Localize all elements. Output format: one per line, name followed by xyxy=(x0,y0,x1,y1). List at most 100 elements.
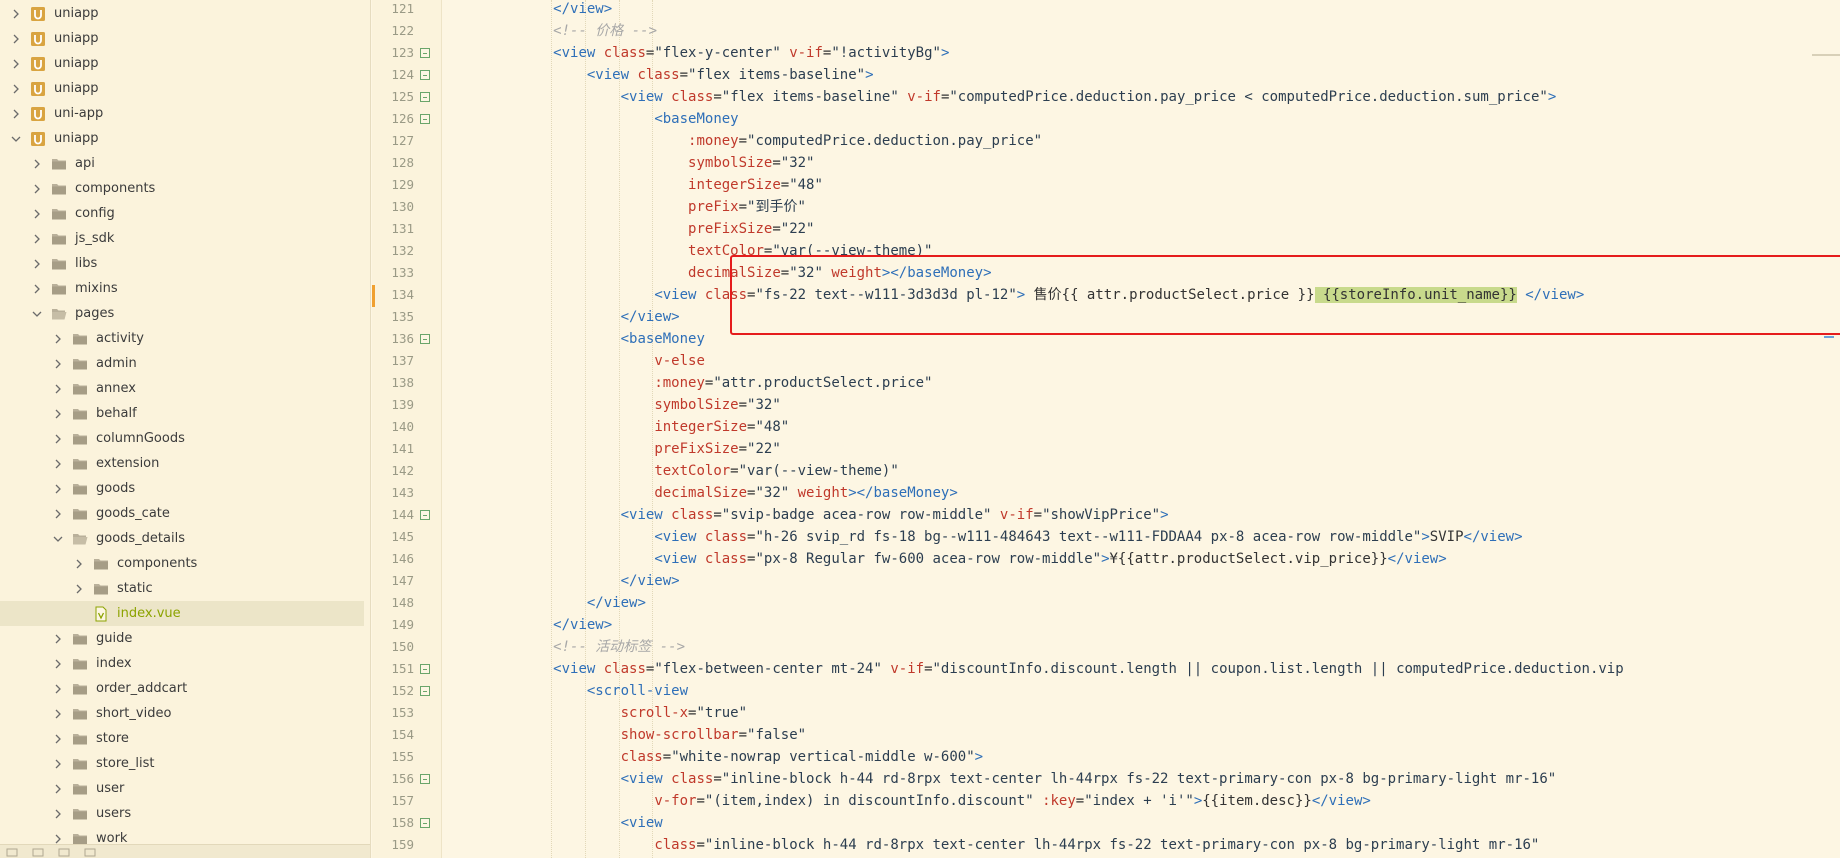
code-line[interactable]: 126 <baseMoney xyxy=(372,108,1840,130)
code-line[interactable]: 137 v-else xyxy=(372,350,1840,372)
code-line[interactable]: 154 show-scrollbar="false" xyxy=(372,724,1840,746)
tree-item-user[interactable]: user xyxy=(0,776,364,801)
chevron-right-icon[interactable] xyxy=(10,83,22,95)
code-line[interactable]: 124 <view class="flex items-baseline"> xyxy=(372,64,1840,86)
code-line[interactable]: 136 <baseMoney xyxy=(372,328,1840,350)
chevron-right-icon[interactable] xyxy=(31,233,43,245)
chevron-down-icon[interactable] xyxy=(31,308,43,320)
chevron-right-icon[interactable] xyxy=(73,558,85,570)
code-line[interactable]: 141 preFixSize="22" xyxy=(372,438,1840,460)
code-line[interactable]: 150 <!-- 活动标签 --> xyxy=(372,636,1840,658)
chevron-right-icon[interactable] xyxy=(52,408,64,420)
tree-item-goods-cate[interactable]: goods_cate xyxy=(0,501,364,526)
chevron-right-icon[interactable] xyxy=(52,433,64,445)
tree-item-uniapp[interactable]: uniapp xyxy=(0,26,364,51)
code-line[interactable]: 144 <view class="svip-badge acea-row row-… xyxy=(372,504,1840,526)
fold-toggle-icon[interactable] xyxy=(420,664,430,674)
code-line[interactable]: 128 symbolSize="32" xyxy=(372,152,1840,174)
fold-toggle-icon[interactable] xyxy=(420,774,430,784)
tree-item-components[interactable]: components xyxy=(0,176,364,201)
chevron-right-icon[interactable] xyxy=(10,108,22,120)
tree-item-columngoods[interactable]: columnGoods xyxy=(0,426,364,451)
tree-item-store[interactable]: store xyxy=(0,726,364,751)
code-line[interactable]: 138:money="attr.productSelect.price" xyxy=(372,372,1840,394)
chevron-right-icon[interactable] xyxy=(52,683,64,695)
tree-item-goods-details[interactable]: goods_details xyxy=(0,526,364,551)
code-line[interactable]: 127:money="computedPrice.deduction.pay_p… xyxy=(372,130,1840,152)
chevron-right-icon[interactable] xyxy=(31,208,43,220)
tree-item-uniapp[interactable]: uniapp xyxy=(0,51,364,76)
tree-item-extension[interactable]: extension xyxy=(0,451,364,476)
chevron-down-icon[interactable] xyxy=(10,133,22,145)
chevron-right-icon[interactable] xyxy=(52,383,64,395)
code-line[interactable]: 153 scroll-x="true" xyxy=(372,702,1840,724)
code-line[interactable]: 147 </view> xyxy=(372,570,1840,592)
code-line[interactable]: 145 <view class="h-26 svip_rd fs-18 bg--w… xyxy=(372,526,1840,548)
code-line[interactable]: 149 </view> xyxy=(372,614,1840,636)
chevron-right-icon[interactable] xyxy=(52,733,64,745)
code-line[interactable]: 122 <!-- 价格 --> xyxy=(372,20,1840,42)
code-line[interactable]: 130 preFix="到手价" xyxy=(372,196,1840,218)
code-line[interactable]: 123 <view class="flex-y-center" v-if="!ac… xyxy=(372,42,1840,64)
chevron-right-icon[interactable] xyxy=(52,458,64,470)
chevron-right-icon[interactable] xyxy=(31,258,43,270)
fold-toggle-icon[interactable] xyxy=(420,334,430,344)
tree-item-uniapp[interactable]: uniapp xyxy=(0,76,364,101)
code-line[interactable]: 146 <view class="px-8 Regular fw-600 acea… xyxy=(372,548,1840,570)
code-line[interactable]: 142 textColor="var(--view-theme)" xyxy=(372,460,1840,482)
fold-toggle-icon[interactable] xyxy=(420,510,430,520)
tree-item-store-list[interactable]: store_list xyxy=(0,751,364,776)
chevron-right-icon[interactable] xyxy=(52,633,64,645)
fold-toggle-icon[interactable] xyxy=(420,92,430,102)
chevron-right-icon[interactable] xyxy=(31,283,43,295)
collapse-icon[interactable] xyxy=(32,847,44,857)
fold-toggle-icon[interactable] xyxy=(420,818,430,828)
chevron-right-icon[interactable] xyxy=(10,8,22,20)
tree-item-pages[interactable]: pages xyxy=(0,301,364,326)
code-line[interactable]: 159 class="inline-block h-44 rd-8rpx text… xyxy=(372,834,1840,856)
code-line[interactable]: 125 <view class="flex items-baseline" v-i… xyxy=(372,86,1840,108)
chevron-right-icon[interactable] xyxy=(52,758,64,770)
tree-item-api[interactable]: api xyxy=(0,151,364,176)
code-line[interactable]: 139 symbolSize="32" xyxy=(372,394,1840,416)
fold-toggle-icon[interactable] xyxy=(420,686,430,696)
code-line[interactable]: 155 class="white-nowrap vertical-middle w… xyxy=(372,746,1840,768)
tree-item-users[interactable]: users xyxy=(0,801,364,826)
code-line[interactable]: 156 <view class="inline-block h-44 rd-8rp… xyxy=(372,768,1840,790)
chevron-right-icon[interactable] xyxy=(52,833,64,845)
code-line[interactable]: 148 </view> xyxy=(372,592,1840,614)
chevron-right-icon[interactable] xyxy=(52,658,64,670)
tree-item-order-addcart[interactable]: order_addcart xyxy=(0,676,364,701)
code-editor[interactable]: 121 </view> 122 <!-- 价格 --> 123 <view class="… xyxy=(372,0,1840,858)
chevron-right-icon[interactable] xyxy=(31,183,43,195)
chevron-right-icon[interactable] xyxy=(52,483,64,495)
chevron-right-icon[interactable] xyxy=(52,808,64,820)
chevron-right-icon[interactable] xyxy=(10,58,22,70)
tree-item-libs[interactable]: libs xyxy=(0,251,364,276)
code-line[interactable]: 143 decimalSize="32" weight></baseMoney> xyxy=(372,482,1840,504)
code-line[interactable]: 158 <view xyxy=(372,812,1840,834)
tree-item-uniapp[interactable]: uniapp xyxy=(0,1,364,26)
refresh-icon[interactable] xyxy=(58,847,70,857)
code-line[interactable]: 135 </view> xyxy=(372,306,1840,328)
tree-item-activity[interactable]: activity xyxy=(0,326,364,351)
code-line[interactable]: 151 <view class = "flex-between-center mt-2… xyxy=(372,658,1840,680)
tree-item-behalf[interactable]: behalf xyxy=(0,401,364,426)
chevron-right-icon[interactable] xyxy=(52,333,64,345)
tree-item-js-sdk[interactable]: js_sdk xyxy=(0,226,364,251)
chevron-right-icon[interactable] xyxy=(52,708,64,720)
code-line[interactable]: 157 v-for="(item,index) in discountInfo.d… xyxy=(372,790,1840,812)
chevron-right-icon[interactable] xyxy=(10,33,22,45)
settings-icon[interactable] xyxy=(84,847,96,857)
code-line[interactable]: 152 <scroll-view xyxy=(372,680,1840,702)
chevron-right-icon[interactable] xyxy=(52,358,64,370)
chevron-right-icon[interactable] xyxy=(73,583,85,595)
tree-item-goods[interactable]: goods xyxy=(0,476,364,501)
tree-item-short-video[interactable]: short_video xyxy=(0,701,364,726)
code-line[interactable]: 140 integerSize="48" xyxy=(372,416,1840,438)
chevron-right-icon[interactable] xyxy=(31,158,43,170)
tree-item-uni-app[interactable]: uni-app xyxy=(0,101,364,126)
chevron-right-icon[interactable] xyxy=(52,508,64,520)
code-line[interactable]: 132 textColor="var(--view-theme)" xyxy=(372,240,1840,262)
code-line[interactable]: 121 </view> xyxy=(372,0,1840,20)
